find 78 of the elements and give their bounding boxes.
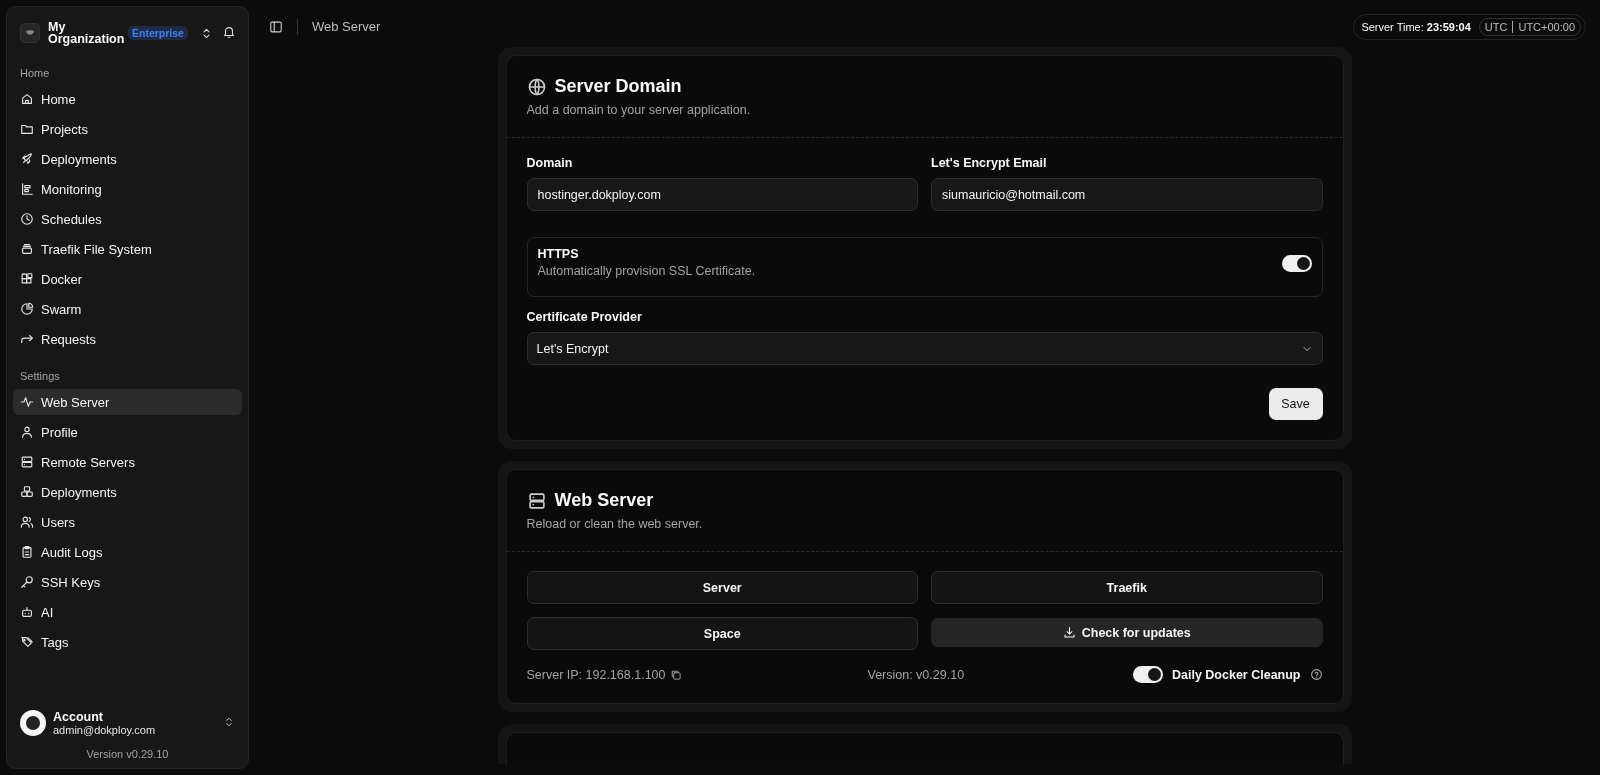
- timezone: UTC: [1484, 20, 1508, 33]
- card-subtitle: Reload or clean the web server.: [526, 517, 704, 531]
- sidebar-item[interactable]: Remote Servers: [13, 449, 242, 475]
- server-ip: Server IP: 192.168.1.100: [526, 667, 666, 682]
- toggle-switch[interactable]: [1281, 255, 1312, 272]
- sidebar-item[interactable]: AI: [13, 599, 242, 625]
- card-title: Server Domain: [554, 76, 682, 97]
- sidebar-item[interactable]: Schedules: [13, 206, 242, 232]
- help-icon: [1309, 668, 1323, 681]
- pie-chart-icon: [20, 302, 34, 316]
- clipboard-icon: [20, 545, 34, 559]
- field-label: Certificate Provider: [526, 310, 643, 324]
- server-icon: [20, 455, 34, 469]
- account-email: admin@dokploy.com: [53, 724, 156, 736]
- action-button[interactable]: Traefik: [931, 571, 1323, 604]
- field-label: Domain: [526, 156, 574, 170]
- action-button[interactable]: Space: [526, 617, 918, 650]
- update-button[interactable]: Check for updates: [931, 618, 1323, 647]
- sidebar-toggle-icon: [269, 19, 283, 34]
- sidebar-item[interactable]: Projects: [13, 116, 242, 142]
- plan-badge: Enterprise: [128, 26, 188, 40]
- timezone-offset: UTC+00:00: [1518, 20, 1575, 33]
- home-icon: [20, 92, 34, 106]
- setting-description: Automatically provision SSL Certificate.: [537, 264, 756, 278]
- tray-icon: [20, 242, 34, 256]
- copy-icon: [670, 668, 683, 681]
- setting-label: Daily Docker Cleanup: [1172, 667, 1301, 682]
- domain-field[interactable]: hostinger.dokploy.com: [526, 178, 918, 211]
- email-field[interactable]: siumauricio@hotmail.com: [931, 178, 1323, 211]
- action-button[interactable]: Server: [526, 571, 918, 604]
- download-icon: [1062, 626, 1076, 639]
- sidebar-item[interactable]: Users: [13, 509, 242, 535]
- clock-icon: [20, 212, 34, 226]
- boxes-icon: [20, 485, 34, 499]
- chart-icon: [20, 182, 34, 196]
- user-icon: [20, 425, 34, 439]
- sidebar-item[interactable]: Traefik File System: [13, 236, 242, 262]
- bell-icon: [222, 24, 236, 39]
- server-icon: [526, 490, 547, 511]
- version-label: Version v0.29.10: [85, 747, 170, 762]
- chevrons-icon: [223, 715, 235, 728]
- nav-section-label: Home: [19, 66, 51, 81]
- sidebar-item[interactable]: Profile: [13, 419, 242, 445]
- field-label: Let's Encrypt Email: [931, 156, 1048, 170]
- server-time-label: Server Time: 23:59:04: [1361, 20, 1471, 33]
- sidebar-item[interactable]: Requests: [13, 326, 242, 352]
- robot-icon: [20, 605, 34, 619]
- sidebar-item[interactable]: Monitoring: [13, 176, 242, 202]
- save-button[interactable]: Save: [1268, 388, 1323, 420]
- sidebar-item[interactable]: Deployments: [13, 479, 242, 505]
- toggle-switch[interactable]: [1133, 666, 1163, 683]
- sidebar-item[interactable]: Docker: [13, 266, 242, 292]
- breadcrumb[interactable]: Web Server: [312, 19, 381, 34]
- account-name: Account: [53, 710, 104, 724]
- sidebar-item[interactable]: Tags: [13, 629, 242, 655]
- provider-select[interactable]: Let's Encrypt: [526, 332, 1323, 365]
- key-icon: [20, 575, 34, 589]
- globe-icon: [526, 76, 547, 97]
- sidebar-item[interactable]: Audit Logs: [13, 539, 242, 565]
- folder-icon: [20, 122, 34, 136]
- avatar: [20, 710, 46, 736]
- users-icon: [20, 515, 34, 529]
- sidebar-item[interactable]: Swarm: [13, 296, 242, 322]
- organization-logo: [20, 23, 40, 43]
- blocks-icon: [20, 272, 34, 286]
- sidebar-item[interactable]: Web Server: [13, 389, 242, 415]
- version-text: Version: v0.29.10: [867, 667, 965, 682]
- sidebar-item[interactable]: SSH Keys: [13, 569, 242, 595]
- arrow-icon: [20, 332, 34, 346]
- pulse-icon: [20, 395, 34, 409]
- sidebar-item[interactable]: Home: [13, 86, 242, 112]
- rocket-icon: [20, 152, 34, 166]
- nav-section-label: Settings: [19, 369, 61, 384]
- setting-title: HTTPS: [537, 247, 580, 261]
- sidebar-item[interactable]: Deployments: [13, 146, 242, 172]
- card-subtitle: Add a domain to your server application.: [526, 103, 752, 117]
- tag-icon: [20, 635, 34, 649]
- card-title: Web Server: [554, 490, 654, 511]
